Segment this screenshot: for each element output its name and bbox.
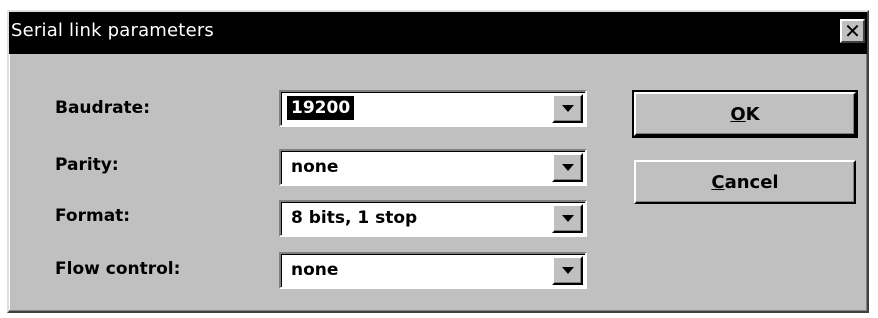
parity-value: none — [291, 157, 339, 177]
ok-label-rest: K — [745, 103, 760, 125]
format-value: 8 bits, 1 stop — [291, 208, 418, 228]
cancel-button[interactable]: Cancel — [634, 160, 856, 204]
format-dropdown-button[interactable] — [552, 204, 583, 233]
flow-control-dropdown-button[interactable] — [552, 256, 583, 285]
flow-control-select[interactable]: none — [279, 252, 587, 289]
close-button[interactable]: ✕ — [840, 19, 865, 43]
dialog-title: Serial link parameters — [11, 20, 215, 41]
chevron-down-icon — [562, 267, 574, 274]
baudrate-select[interactable]: 19200 — [279, 90, 587, 127]
chevron-down-icon — [562, 164, 574, 171]
ok-button[interactable]: OK — [632, 90, 858, 138]
flow-control-value: none — [291, 260, 339, 280]
format-select[interactable]: 8 bits, 1 stop — [279, 200, 587, 237]
flow-control-label: Flow control: — [55, 259, 181, 279]
close-icon: ✕ — [844, 19, 861, 43]
ok-accel: O — [730, 103, 746, 125]
baudrate-label: Baudrate: — [55, 98, 151, 118]
baudrate-value: 19200 — [287, 96, 355, 120]
parity-dropdown-button[interactable] — [552, 153, 583, 182]
cancel-label-rest: ancel — [724, 171, 779, 193]
format-label: Format: — [55, 206, 131, 226]
title-bar: Serial link parameters ✕ — [9, 12, 867, 54]
baudrate-dropdown-button[interactable] — [552, 94, 583, 123]
chevron-down-icon — [562, 215, 574, 222]
serial-link-dialog: Serial link parameters ✕ Baudrate: 19200… — [7, 10, 869, 313]
cancel-accel: C — [711, 171, 725, 193]
parity-select[interactable]: none — [279, 149, 587, 186]
chevron-down-icon — [562, 105, 574, 112]
parity-label: Parity: — [55, 155, 119, 175]
